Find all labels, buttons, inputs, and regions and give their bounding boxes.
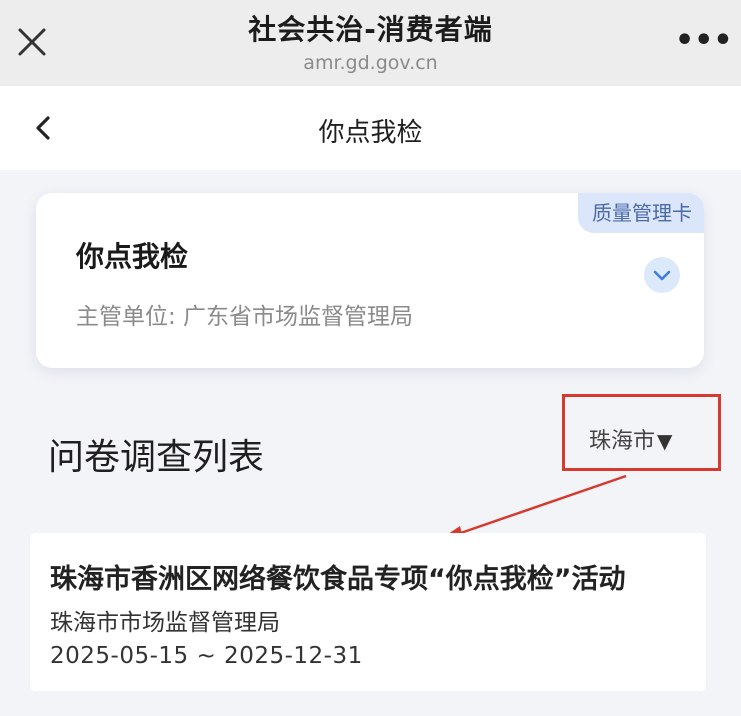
survey-organizer: 珠海市市场监督管理局 <box>50 610 280 636</box>
dropdown-arrow-icon: ▼ <box>657 429 673 453</box>
browser-url: amr.gd.gov.cn <box>303 52 438 74</box>
browser-top-bar: 社会共治-消费者端 amr.gd.gov.cn ••• <box>0 0 741 86</box>
survey-title: 珠海市香洲区网络餐饮食品专项“你点我检”活动 <box>50 564 626 595</box>
more-options-button[interactable]: ••• <box>675 24 733 58</box>
city-select-label: 珠海市 <box>589 429 656 454</box>
city-select[interactable]: 珠海市 ▼ <box>589 423 672 455</box>
browser-title: 社会共治-消费者端 <box>248 13 493 46</box>
survey-date-range: 2025-05-15 ~ 2025-12-31 <box>50 643 363 669</box>
expand-button[interactable] <box>644 257 680 293</box>
card-title: 你点我检 <box>76 240 189 273</box>
chevron-down-icon <box>653 270 671 281</box>
page-nav-bar: 你点我检 <box>0 86 741 170</box>
page-title: 你点我检 <box>318 118 423 148</box>
section-title: 问卷调查列表 <box>48 437 265 478</box>
quality-card-badge[interactable]: 质量管理卡 <box>578 193 704 233</box>
highlight-box: 珠海市 ▼ <box>562 394 721 471</box>
list-item[interactable]: 珠海市香洲区网络餐饮食品专项“你点我检”活动 珠海市市场监督管理局 2025-0… <box>30 533 706 691</box>
info-card: 质量管理卡 你点我检 主管单位: 广东省市场监督管理局 <box>36 193 704 368</box>
card-subtitle: 主管单位: 广东省市场监督管理局 <box>76 304 414 330</box>
